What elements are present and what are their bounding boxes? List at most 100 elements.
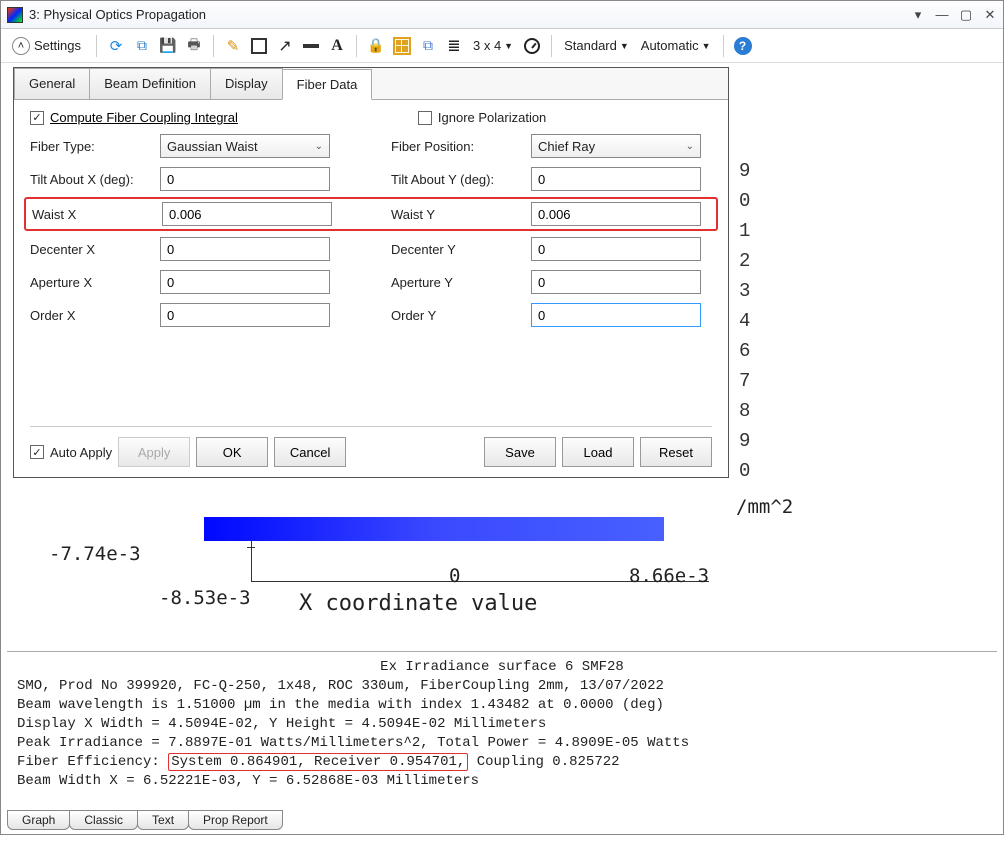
standard-label: Standard: [564, 38, 617, 53]
ok-button[interactable]: OK: [196, 437, 268, 467]
output-line-5a: Fiber Efficiency:: [17, 754, 168, 770]
bg-axis-numbers: 9 0 1 2 3 4 6 7 8 9 0: [739, 156, 750, 486]
compute-label: Compute Fiber Coupling Integral: [50, 110, 238, 125]
bottom-tabs: Graph Classic Text Prop Report: [7, 810, 282, 830]
waist-x-field[interactable]: [162, 202, 332, 226]
refresh-icon[interactable]: ⟳: [105, 35, 127, 57]
text-tool-icon[interactable]: A: [326, 35, 348, 57]
checkbox-icon: [30, 111, 44, 125]
pencil-icon[interactable]: ✎: [222, 35, 244, 57]
close-button[interactable]: ✕: [983, 8, 997, 22]
y-tick-label: -7.74e-3: [49, 543, 141, 565]
fiber-type-label: Fiber Type:: [30, 139, 160, 154]
waist-y-field[interactable]: [531, 202, 701, 226]
tab-general[interactable]: General: [14, 68, 90, 99]
grid-size-label: 3 x 4: [473, 38, 501, 53]
btab-text[interactable]: Text: [137, 810, 189, 830]
settings-panel: General Beam Definition Display Fiber Da…: [13, 67, 729, 478]
save-button[interactable]: Save: [484, 437, 556, 467]
app-icon: [7, 7, 23, 23]
output-line-3: Display X Width = 4.5094E-02, Y Height =…: [17, 716, 546, 732]
tilt-y-label: Tilt About Y (deg):: [391, 172, 531, 187]
auto-apply-checkbox[interactable]: Auto Apply: [30, 445, 112, 460]
automatic-label: Automatic: [641, 38, 699, 53]
tab-beam-definition[interactable]: Beam Definition: [89, 68, 211, 99]
aperture-y-field[interactable]: [531, 270, 701, 294]
btab-graph[interactable]: Graph: [7, 810, 70, 830]
output-line-4: Peak Irradiance = 7.8897E-01 Watts/Milli…: [17, 735, 689, 751]
btab-prop-report[interactable]: Prop Report: [188, 810, 283, 830]
dropdown-icon[interactable]: ▾: [911, 8, 925, 22]
decenter-y-field[interactable]: [531, 237, 701, 261]
checkbox-icon: [418, 111, 432, 125]
minimize-button[interactable]: —: [935, 8, 949, 22]
lock-icon[interactable]: 🔒: [365, 35, 387, 57]
clock-icon[interactable]: [521, 35, 543, 57]
output-line-1: SMO, Prod No 399920, FC-Q-250, 1x48, ROC…: [17, 678, 664, 694]
waist-y-label: Waist Y: [391, 207, 531, 222]
output-line-6: Beam Width X = 6.52221E-03, Y = 6.52868E…: [17, 773, 479, 789]
zoom-fit-icon[interactable]: [391, 35, 413, 57]
output-line-5c: Coupling 0.825722: [468, 754, 619, 770]
grid-size-dropdown[interactable]: 3 x 4 ▼: [469, 36, 517, 55]
tilt-x-field[interactable]: [160, 167, 330, 191]
titlebar: 3: Physical Optics Propagation ▾ — ▢ ✕: [1, 1, 1003, 29]
auto-apply-label: Auto Apply: [50, 445, 112, 460]
aperture-y-label: Aperture Y: [391, 275, 531, 290]
output-title: Ex Irradiance surface 6 SMF28: [17, 658, 987, 677]
decenter-y-label: Decenter Y: [391, 242, 531, 257]
fiber-type-value: Gaussian Waist: [167, 139, 258, 154]
bg-unit-label: /mm^2: [736, 496, 793, 518]
x-tick-max: 8.66e-3: [629, 565, 709, 587]
save-icon[interactable]: 💾: [157, 35, 179, 57]
automatic-dropdown[interactable]: Automatic ▼: [637, 36, 715, 55]
cancel-button[interactable]: Cancel: [274, 437, 346, 467]
output-line-2: Beam wavelength is 1.51000 µm in the med…: [17, 697, 664, 713]
fiber-efficiency-highlight: System 0.864901, Receiver 0.954701,: [168, 753, 468, 771]
order-y-label: Order Y: [391, 308, 531, 323]
tab-fiber-data[interactable]: Fiber Data: [282, 69, 373, 100]
x-tick-min: -8.53e-3: [159, 587, 251, 609]
decenter-x-label: Decenter X: [30, 242, 160, 257]
layers-icon[interactable]: ≣: [443, 35, 465, 57]
toolbar: ˄ Settings ⟳ ⧉ 💾 🖶 ✎ ↗ A 🔒 ⧉ ≣ 3 x 4 ▼ S…: [1, 29, 1003, 63]
fiber-position-label: Fiber Position:: [391, 139, 531, 154]
tilt-x-label: Tilt About X (deg):: [30, 172, 160, 187]
btab-classic[interactable]: Classic: [69, 810, 138, 830]
ignore-polarization-checkbox[interactable]: Ignore Polarization: [418, 110, 546, 125]
arrow-icon[interactable]: ↗: [274, 35, 296, 57]
apply-button[interactable]: Apply: [118, 437, 190, 467]
aperture-x-field[interactable]: [160, 270, 330, 294]
decenter-x-field[interactable]: [160, 237, 330, 261]
help-icon[interactable]: ?: [732, 35, 754, 57]
colorbar: [204, 517, 664, 541]
x-axis-label: X coordinate value: [299, 591, 537, 616]
tilt-y-field[interactable]: [531, 167, 701, 191]
text-output: Ex Irradiance surface 6 SMF28SMO, Prod N…: [7, 651, 997, 791]
chevron-down-icon: ⌄: [315, 141, 323, 152]
copy-icon[interactable]: ⧉: [131, 35, 153, 57]
order-y-field[interactable]: [531, 303, 701, 327]
chevron-up-icon: ˄: [12, 37, 30, 55]
fiber-type-select[interactable]: Gaussian Waist ⌄: [160, 134, 330, 158]
standard-dropdown[interactable]: Standard ▼: [560, 36, 633, 55]
line-icon[interactable]: [300, 35, 322, 57]
fiber-position-value: Chief Ray: [538, 139, 595, 154]
window-title: 3: Physical Optics Propagation: [29, 7, 206, 22]
reset-button[interactable]: Reset: [640, 437, 712, 467]
load-button[interactable]: Load: [562, 437, 634, 467]
order-x-field[interactable]: [160, 303, 330, 327]
waist-x-label: Waist X: [32, 207, 162, 222]
tab-display[interactable]: Display: [210, 68, 283, 99]
rectangle-icon[interactable]: [248, 35, 270, 57]
plot-area: -7.74e-3 -8.53e-3 0 8.66e-3 X coordinate…: [49, 517, 779, 627]
maximize-button[interactable]: ▢: [959, 8, 973, 22]
settings-label: Settings: [34, 38, 81, 53]
compute-checkbox[interactable]: Compute Fiber Coupling Integral: [30, 110, 238, 125]
settings-button[interactable]: ˄ Settings: [5, 34, 88, 58]
window-fit-icon[interactable]: ⧉: [417, 35, 439, 57]
fiber-position-select[interactable]: Chief Ray ⌄: [531, 134, 701, 158]
aperture-x-label: Aperture X: [30, 275, 160, 290]
chevron-down-icon: ⌄: [686, 141, 694, 152]
print-icon[interactable]: 🖶: [183, 35, 205, 57]
